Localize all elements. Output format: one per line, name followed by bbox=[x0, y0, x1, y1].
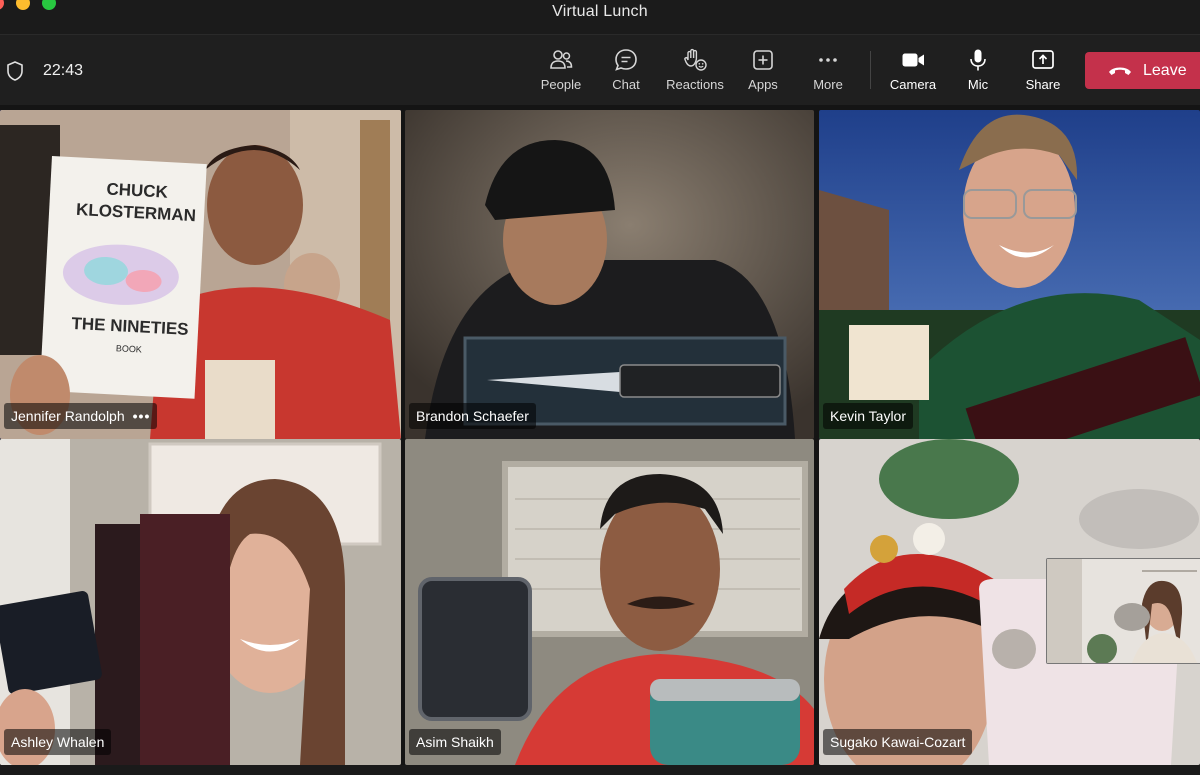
participant-nametag: Brandon Schaefer bbox=[409, 403, 536, 429]
apps-icon bbox=[753, 50, 773, 70]
share-button[interactable]: Share bbox=[1012, 47, 1074, 97]
participant-nametag: Jennifer Randolph ••• bbox=[4, 403, 158, 429]
title-bar: Virtual Lunch bbox=[0, 0, 1200, 34]
hang-up-icon bbox=[1109, 67, 1131, 75]
leave-button[interactable]: Leave bbox=[1085, 52, 1200, 89]
people-button[interactable]: People bbox=[530, 47, 592, 97]
participant-name: Brandon Schaefer bbox=[416, 408, 529, 424]
participant-name: Ashley Whalen bbox=[11, 734, 105, 750]
camera-button[interactable]: Camera bbox=[882, 47, 944, 97]
self-video bbox=[1047, 559, 1200, 663]
chat-button[interactable]: Chat bbox=[595, 47, 657, 97]
participant-options-button[interactable]: ••• bbox=[133, 408, 151, 424]
participant-video bbox=[819, 110, 1200, 439]
participant-video bbox=[0, 439, 401, 765]
more-label: More bbox=[813, 77, 843, 92]
microphone-icon bbox=[970, 49, 986, 71]
participant-video bbox=[405, 110, 814, 439]
ellipsis-icon bbox=[819, 58, 837, 62]
video-tile-kevin-taylor[interactable]: Kevin Taylor bbox=[819, 110, 1200, 439]
share-label: Share bbox=[1025, 77, 1061, 92]
video-tile-brandon-schaefer[interactable]: Brandon Schaefer bbox=[405, 110, 814, 439]
participant-video bbox=[405, 439, 814, 765]
raise-hand-icon bbox=[684, 48, 707, 71]
book-cover-text: CHUCK KLOSTERMAN THE NINETIES BOOK bbox=[53, 176, 212, 364]
chat-icon bbox=[615, 49, 637, 71]
more-button[interactable]: More bbox=[797, 47, 859, 97]
share-screen-icon bbox=[1032, 50, 1054, 69]
self-view-video[interactable] bbox=[1046, 558, 1200, 664]
chat-label: Chat bbox=[612, 77, 640, 92]
participant-nametag: Kevin Taylor bbox=[823, 403, 914, 429]
participant-nametag: Asim Shaikh bbox=[409, 729, 501, 755]
leave-label: Leave bbox=[1143, 61, 1187, 79]
participant-name: Kevin Taylor bbox=[830, 408, 907, 424]
camera-label: Camera bbox=[889, 77, 937, 92]
reactions-button[interactable]: Reactions bbox=[663, 47, 727, 97]
apps-label: Apps bbox=[748, 77, 778, 92]
toolbar-divider bbox=[870, 51, 871, 89]
window-title: Virtual Lunch bbox=[552, 3, 648, 20]
meeting-toolbar: 22:43 People Chat Reactions Apps More Ca… bbox=[0, 34, 1200, 105]
people-icon bbox=[550, 50, 573, 69]
participant-name: Asim Shaikh bbox=[416, 734, 494, 750]
bottom-strip bbox=[0, 765, 1200, 775]
shield-icon[interactable] bbox=[6, 61, 24, 81]
apps-button[interactable]: Apps bbox=[732, 47, 794, 97]
meeting-timer: 22:43 bbox=[43, 62, 84, 79]
participant-name: Jennifer Randolph bbox=[11, 408, 125, 424]
video-tile-ashley-whalen[interactable]: Ashley Whalen bbox=[0, 439, 401, 765]
video-tile-asim-shaikh[interactable]: Asim Shaikh bbox=[405, 439, 814, 765]
participant-nametag: Ashley Whalen bbox=[4, 729, 112, 755]
people-label: People bbox=[540, 77, 582, 92]
reactions-label: Reactions bbox=[666, 77, 724, 92]
mic-button[interactable]: Mic bbox=[947, 47, 1009, 97]
participant-nametag: Sugako Kawai-Cozart bbox=[823, 729, 973, 755]
mic-label: Mic bbox=[967, 77, 989, 92]
camera-icon bbox=[902, 53, 924, 67]
video-grid: CHUCK KLOSTERMAN THE NINETIES BOOK Jenni… bbox=[0, 105, 1200, 775]
participant-name: Sugako Kawai-Cozart bbox=[830, 734, 966, 750]
video-tile-jennifer-randolph[interactable]: CHUCK KLOSTERMAN THE NINETIES BOOK Jenni… bbox=[0, 110, 401, 439]
